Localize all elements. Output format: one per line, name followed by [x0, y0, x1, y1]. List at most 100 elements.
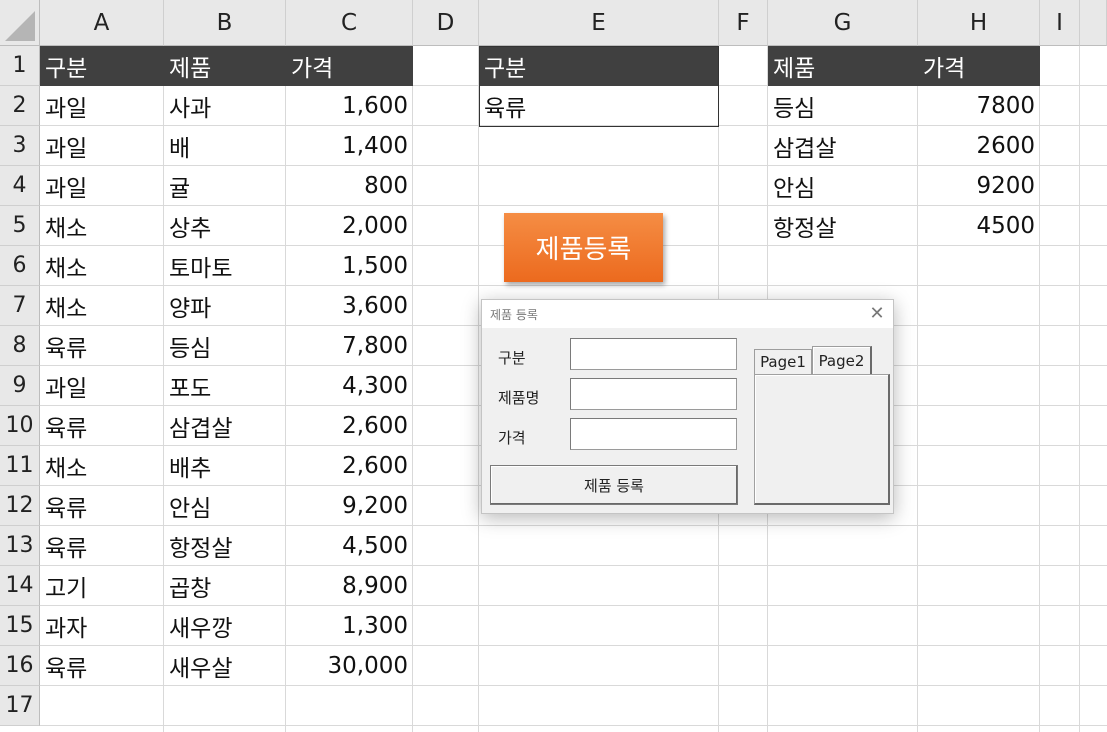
table-cell[interactable]: 토마토 — [164, 246, 286, 286]
table-cell[interactable]: 새우살 — [164, 646, 286, 686]
table-cell[interactable]: 채소 — [40, 206, 164, 246]
table-cell[interactable]: 고기 — [40, 566, 164, 606]
product-name-label: 제품명 — [498, 389, 540, 407]
table-cell[interactable]: 800 — [286, 166, 413, 206]
table-cell[interactable]: 곱창 — [164, 566, 286, 606]
tab-page1[interactable]: Page1 — [754, 349, 812, 374]
register-product-macro-button[interactable]: 제품등록 — [504, 213, 663, 282]
table-cell[interactable]: 30,000 — [286, 646, 413, 686]
column-header-d[interactable]: D — [413, 0, 479, 46]
row-header-12[interactable]: 12 — [0, 486, 40, 526]
tab-page2[interactable]: Page2 — [812, 346, 872, 374]
table-cell[interactable]: 1,300 — [286, 606, 413, 646]
table-cell[interactable]: 과일 — [40, 366, 164, 406]
column-header-f[interactable]: F — [719, 0, 768, 46]
result-cell[interactable]: 7800 — [918, 86, 1040, 126]
table-cell[interactable]: 육류 — [40, 526, 164, 566]
table-cell[interactable]: 사과 — [164, 86, 286, 126]
result-cell[interactable]: 2600 — [918, 126, 1040, 166]
column-header-c[interactable]: C — [286, 0, 413, 46]
table-cell[interactable]: 배 — [164, 126, 286, 166]
table-cell[interactable]: 육류 — [40, 646, 164, 686]
table-cell[interactable]: 8,900 — [286, 566, 413, 606]
table-cell[interactable]: 등심 — [164, 326, 286, 366]
row-header-3[interactable]: 3 — [0, 126, 40, 166]
row-header-6[interactable]: 6 — [0, 246, 40, 286]
table-cell[interactable]: 채소 — [40, 446, 164, 486]
table-cell[interactable]: 3,600 — [286, 286, 413, 326]
category-label: 구분 — [498, 349, 526, 367]
column-header-b[interactable]: B — [164, 0, 286, 46]
price-input[interactable] — [570, 418, 737, 450]
table-cell[interactable]: 삼겹살 — [164, 406, 286, 446]
grid-line — [478, 46, 479, 732]
table-cell[interactable]: 육류 — [40, 406, 164, 446]
product-name-input[interactable] — [570, 378, 737, 410]
grid-line — [1079, 46, 1080, 732]
table-cell[interactable]: 육류 — [40, 326, 164, 366]
table-cell[interactable]: 4,300 — [286, 366, 413, 406]
table-cell[interactable]: 7,800 — [286, 326, 413, 366]
close-icon[interactable]: ✕ — [867, 303, 887, 324]
table-cell[interactable]: 과일 — [40, 86, 164, 126]
table-cell[interactable]: 채소 — [40, 286, 164, 326]
table-cell[interactable]: 육류 — [40, 486, 164, 526]
table-cell[interactable]: 1,500 — [286, 246, 413, 286]
table-cell[interactable]: 포도 — [164, 366, 286, 406]
table-cell[interactable]: 상추 — [164, 206, 286, 246]
table-cell[interactable]: 4,500 — [286, 526, 413, 566]
column-header-a[interactable]: A — [40, 0, 164, 46]
table-cell[interactable]: 채소 — [40, 246, 164, 286]
table-cell[interactable]: 과일 — [40, 166, 164, 206]
table-cell[interactable]: 과자 — [40, 606, 164, 646]
row-header-11[interactable]: 11 — [0, 446, 40, 486]
row-header-10[interactable]: 10 — [0, 406, 40, 446]
table-header-cell[interactable]: 가격 — [286, 46, 413, 86]
row-header-2[interactable]: 2 — [0, 86, 40, 126]
table-cell[interactable]: 1,600 — [286, 86, 413, 126]
row-header-7[interactable]: 7 — [0, 286, 40, 326]
row-header-1[interactable]: 1 — [0, 46, 40, 86]
table-cell[interactable]: 안심 — [164, 486, 286, 526]
table-cell[interactable]: 양파 — [164, 286, 286, 326]
row-header-14[interactable]: 14 — [0, 566, 40, 606]
result-cell[interactable]: 등심 — [768, 86, 918, 126]
category-input[interactable] — [570, 338, 737, 370]
price-label: 가격 — [498, 429, 526, 447]
row-header-8[interactable]: 8 — [0, 326, 40, 366]
multipage-body — [754, 374, 890, 505]
table-cell[interactable]: 2,600 — [286, 446, 413, 486]
select-all-corner[interactable] — [0, 0, 40, 46]
result-cell[interactable]: 9200 — [918, 166, 1040, 206]
register-product-button[interactable]: 제품 등록 — [490, 465, 738, 505]
row-header-9[interactable]: 9 — [0, 366, 40, 406]
table-cell[interactable]: 새우깡 — [164, 606, 286, 646]
table-cell[interactable]: 2,600 — [286, 406, 413, 446]
result-header-cell[interactable]: 가격 — [918, 46, 1040, 86]
table-cell[interactable]: 항정살 — [164, 526, 286, 566]
table-cell[interactable]: 1,400 — [286, 126, 413, 166]
result-header-cell[interactable]: 제품 — [768, 46, 918, 86]
column-header-e[interactable]: E — [479, 0, 719, 46]
row-header-5[interactable]: 5 — [0, 206, 40, 246]
column-header-i[interactable]: I — [1040, 0, 1080, 46]
table-cell[interactable]: 2,000 — [286, 206, 413, 246]
row-header-13[interactable]: 13 — [0, 526, 40, 566]
table-cell[interactable]: 귤 — [164, 166, 286, 206]
table-header-cell[interactable]: 구분 — [40, 46, 164, 86]
row-header-16[interactable]: 16 — [0, 646, 40, 686]
row-header-17[interactable]: 17 — [0, 686, 40, 726]
table-cell[interactable]: 9,200 — [286, 486, 413, 526]
result-cell[interactable]: 삼겹살 — [768, 126, 918, 166]
result-cell[interactable]: 안심 — [768, 166, 918, 206]
table-header-cell[interactable]: 제품 — [164, 46, 286, 86]
row-header-4[interactable]: 4 — [0, 166, 40, 206]
result-cell[interactable]: 4500 — [918, 206, 1040, 246]
row-header-15[interactable]: 15 — [0, 606, 40, 646]
column-header-g[interactable]: G — [768, 0, 918, 46]
column-header-h[interactable]: H — [918, 0, 1040, 46]
result-cell[interactable]: 항정살 — [768, 206, 918, 246]
dialog-titlebar[interactable]: 제품 등록 ✕ — [482, 300, 893, 328]
table-cell[interactable]: 배추 — [164, 446, 286, 486]
table-cell[interactable]: 과일 — [40, 126, 164, 166]
